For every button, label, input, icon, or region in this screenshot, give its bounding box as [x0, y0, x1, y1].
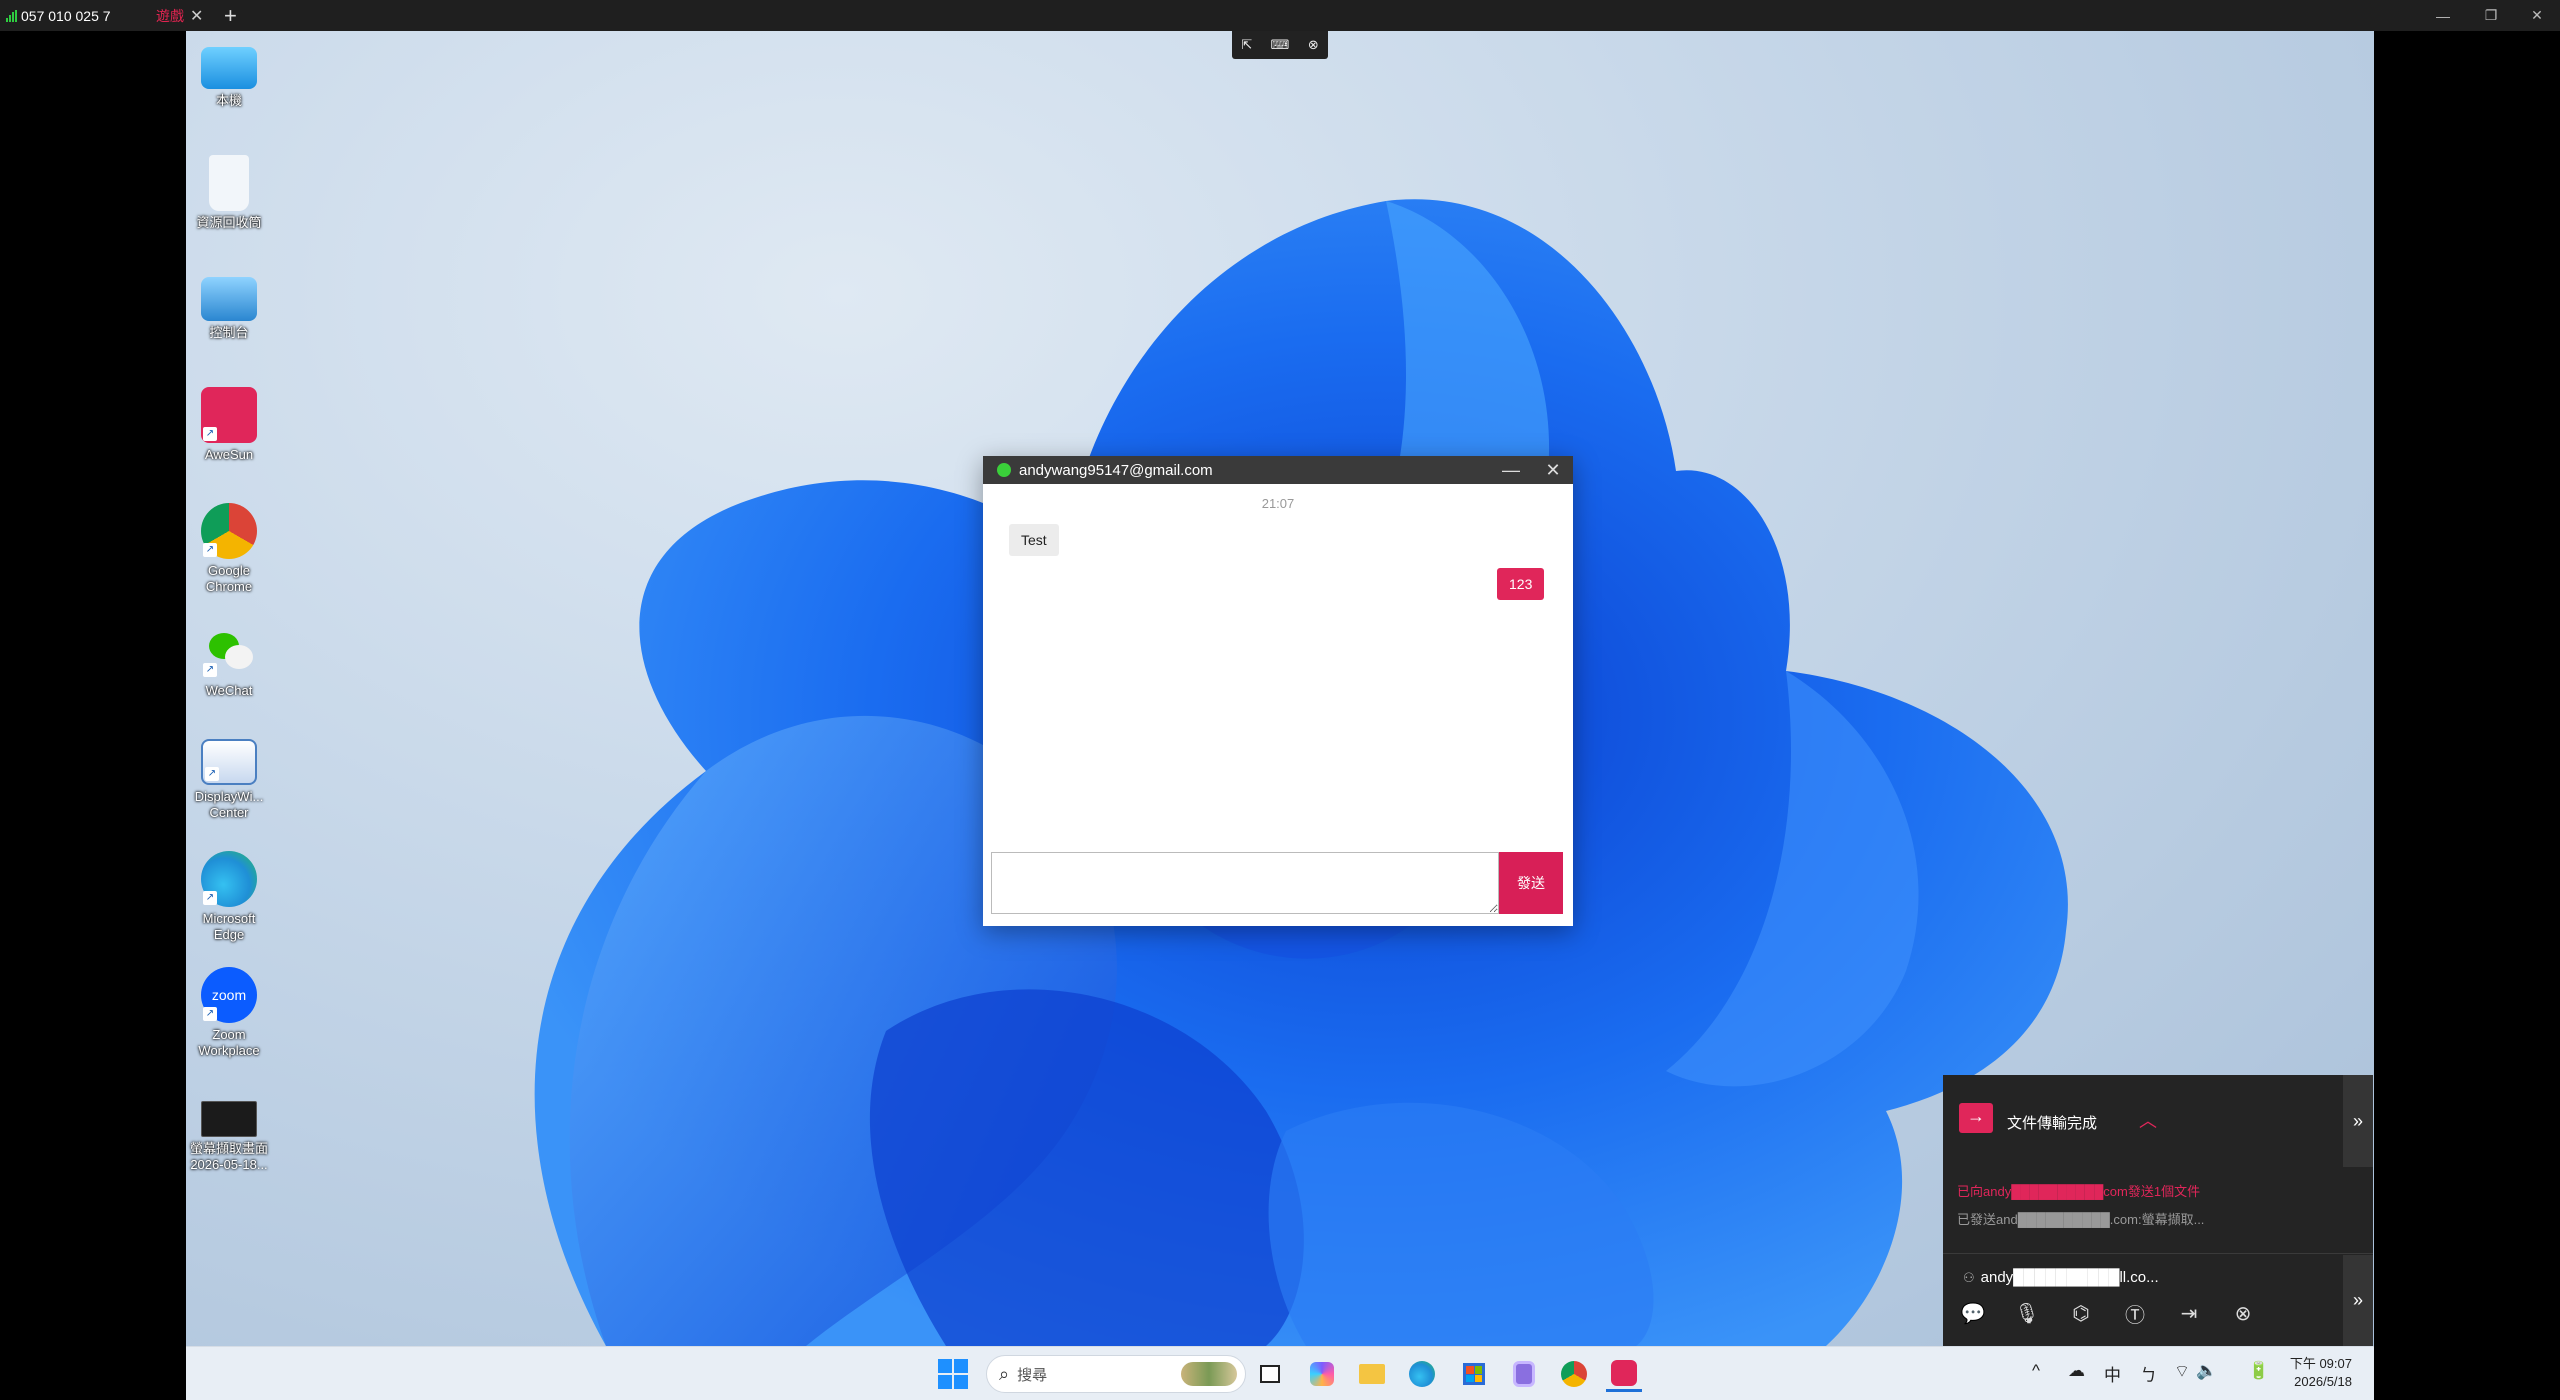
desktop-icon-recycle-bin[interactable]: 資源回收筒 — [186, 155, 272, 231]
zoom-icon: zoom ↗ — [201, 967, 257, 1023]
desktop-icon-zoom[interactable]: zoom ↗ Zoom Workplace — [186, 967, 272, 1059]
chat-message-input[interactable] — [991, 852, 1499, 914]
expand-panel-button[interactable]: » — [2343, 1075, 2373, 1167]
camera-icon[interactable]: ⌬ — [2065, 1297, 2097, 1329]
desktop-icon-label: Microsoft Edge — [202, 911, 256, 942]
awesun-icon: ↗ — [201, 387, 257, 443]
wifi-icon[interactable]: ⌔ — [2174, 1361, 2190, 1382]
system-clock[interactable]: 下午 09:07 2026/5/18 — [2286, 1355, 2352, 1391]
chat-title-bar[interactable]: andywang95147@gmail.com — ✕ — [983, 456, 1573, 484]
awesun-icon[interactable] — [1606, 1356, 1642, 1392]
transfer-header[interactable]: 文件傳輸完成 ︿ — [1943, 1075, 2343, 1167]
tray-overflow-chevron-icon[interactable]: ^ — [2032, 1361, 2040, 1381]
incoming-message: Test — [1009, 524, 1059, 556]
file-transfer-icon[interactable]: ⇥ — [2173, 1297, 2205, 1329]
connected-user-name: andy██████████ll.co... — [1980, 1269, 2159, 1286]
desktop-icon-label: 控制台 — [209, 325, 249, 340]
file-transfer-panel: 文件傳輸完成 ︿ » 已向andy██████████com發送1個文件 已發送… — [1943, 1075, 2373, 1346]
online-status-icon — [997, 463, 1011, 477]
signal-strength-icon — [6, 9, 17, 22]
minimize-button[interactable]: — — [2418, 0, 2468, 31]
screenshot-file-icon — [201, 1101, 257, 1137]
search-icon: ⌕ — [999, 1363, 1010, 1384]
transfer-detail-message: 已發送and██████████.com:螢幕擷取... — [1957, 1212, 2205, 1227]
scrcpy-icon[interactable] — [1506, 1356, 1542, 1392]
pointer-icon[interactable]: ⇱ — [1241, 37, 1252, 53]
start-button[interactable] — [938, 1359, 968, 1389]
user-icon: ⚇ — [1963, 1270, 1975, 1285]
display-center-icon: ↗ — [201, 739, 257, 785]
task-view-icon[interactable] — [1252, 1356, 1288, 1392]
ime-mode[interactable]: ㄅ — [2140, 1361, 2157, 1386]
connection-tab[interactable]: 057 010 025 7 — [6, 0, 111, 31]
desktop-icon-label: DisplayWi... Center — [194, 789, 264, 820]
send-button[interactable]: 發送 — [1499, 852, 1563, 914]
clock-time: 下午 09:07 — [2289, 1356, 2352, 1371]
wechat-icon: ↗ — [201, 623, 257, 679]
desktop-icon-label: Google Chrome — [205, 563, 253, 594]
text-icon[interactable]: Ⓣ — [2119, 1297, 2151, 1329]
desktop-icon-screenshot-file[interactable]: 螢幕擷取畫面 2026-05-18... — [186, 1097, 272, 1173]
chat-icon[interactable]: 💬 — [1957, 1297, 1989, 1329]
session-tab-label[interactable]: 遊戲 — [156, 0, 184, 31]
battery-icon[interactable]: 🔋 — [2248, 1361, 2269, 1381]
desktop-icon-label: Zoom Workplace — [198, 1027, 260, 1058]
desktop-icon-label: 資源回收筒 — [196, 215, 262, 230]
clock-date: 2026/5/18 — [2294, 1374, 2352, 1389]
remote-toolbar: ⇱ ⌨ ⊗ — [1232, 31, 1328, 59]
desktop-icon-wechat[interactable]: ↗ WeChat — [186, 623, 272, 699]
desktop-icon-chrome[interactable]: ↗ Google Chrome — [186, 503, 272, 595]
outgoing-message: 123 — [1497, 568, 1545, 600]
taskbar: ⌕ 搜尋 ^ ☁ 中 ㄅ ⌔ 🔈 ▭ 下午 09:07 2026/5/18 🔋 — [186, 1346, 2374, 1400]
chrome-icon: ↗ — [201, 503, 257, 559]
desktop-icon-this-pc[interactable]: 本機 — [186, 41, 272, 109]
desktop-icon-edge[interactable]: ↗ Microsoft Edge — [186, 851, 272, 943]
desktop-icon-label: WeChat — [205, 683, 253, 698]
control-panel-icon — [201, 277, 257, 321]
monitor-icon — [201, 47, 257, 89]
connected-user: ⚇ andy██████████ll.co... — [1963, 1269, 2159, 1286]
keyboard-icon[interactable]: ⌨ — [1271, 37, 1290, 53]
search-placeholder: 搜尋 — [1017, 1366, 1048, 1384]
restore-button[interactable]: ❐ — [2466, 0, 2516, 31]
expand-tools-button[interactable]: » — [2343, 1255, 2373, 1346]
close-icon[interactable]: ⊗ — [1308, 37, 1319, 53]
chat-window[interactable]: andywang95147@gmail.com — ✕ 21:07 Test 1… — [983, 456, 1573, 926]
close-button[interactable]: ✕ — [2512, 0, 2560, 31]
desktop-icon-label: AweSun — [204, 447, 254, 462]
chat-close-button[interactable]: ✕ — [1533, 456, 1573, 484]
search-highlight-image — [1181, 1362, 1237, 1386]
recycle-bin-icon — [209, 155, 249, 211]
chevron-up-icon[interactable]: ︿ — [2139, 1107, 2157, 1133]
transfer-status-title: 文件傳輸完成 — [2007, 1115, 2098, 1132]
divider — [1943, 1253, 2373, 1254]
edge-icon[interactable] — [1404, 1356, 1440, 1392]
tab-close-icon[interactable]: ✕ — [190, 0, 203, 31]
chrome-icon[interactable] — [1556, 1356, 1592, 1392]
desktop-icon-awesun[interactable]: ↗ AweSun — [186, 387, 272, 463]
desktop-icon-label: 本機 — [215, 93, 242, 108]
store-icon[interactable] — [1456, 1356, 1492, 1392]
desktop-icon-label: 螢幕擷取畫面 2026-05-18... — [189, 1141, 268, 1172]
desktop-icon-control-panel[interactable]: 控制台 — [186, 271, 272, 341]
edge-icon: ↗ — [201, 851, 257, 907]
microphone-icon[interactable]: 🎙 — [2011, 1297, 2043, 1329]
client-top-bar: 057 010 025 7 遊戲 ✕ + — ❐ ✕ — [0, 0, 2560, 31]
copilot-icon[interactable] — [1304, 1356, 1340, 1392]
ime-language[interactable]: 中 — [2104, 1361, 2121, 1386]
disconnect-icon[interactable]: ⊗ — [2227, 1297, 2259, 1329]
message-timestamp: 21:07 — [1261, 496, 1295, 511]
transfer-sent-message[interactable]: 已向andy██████████com發送1個文件 — [1957, 1181, 2200, 1200]
desktop-icon-display-center[interactable]: ↗ DisplayWi... Center — [186, 735, 272, 821]
file-explorer-icon[interactable] — [1354, 1356, 1390, 1392]
session-tools: 💬 🎙 ⌬ Ⓣ ⇥ ⊗ — [1957, 1297, 2259, 1329]
onedrive-icon[interactable]: ☁ — [2068, 1361, 2085, 1381]
volume-icon[interactable]: 🔈 — [2196, 1361, 2217, 1381]
folder-transfer-icon — [1959, 1103, 1993, 1133]
new-tab-button[interactable]: + — [224, 0, 237, 31]
taskbar-search[interactable]: ⌕ 搜尋 — [986, 1355, 1246, 1393]
connection-id: 057 010 025 7 — [21, 7, 111, 24]
chat-contact-email: andywang95147@gmail.com — [1019, 461, 1213, 479]
chat-minimize-button[interactable]: — — [1491, 456, 1531, 484]
